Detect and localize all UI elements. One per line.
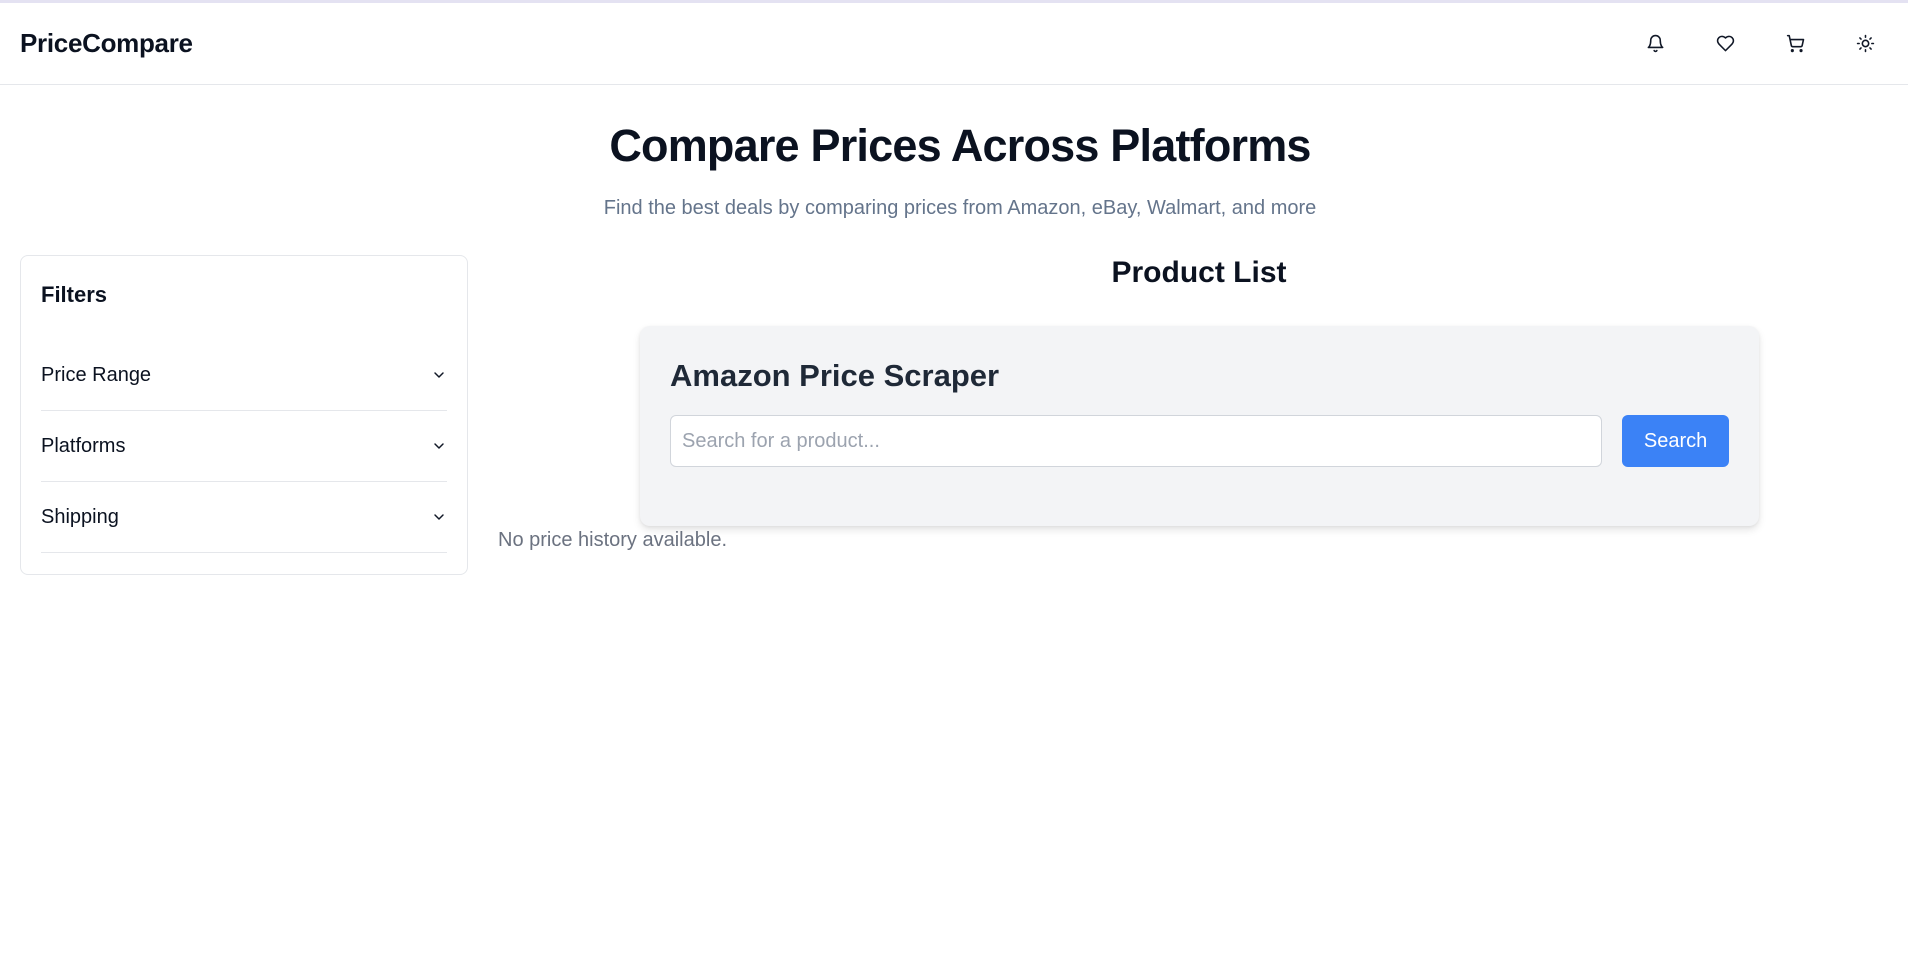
heart-icon bbox=[1716, 35, 1734, 52]
filter-price-range[interactable]: Price Range bbox=[41, 340, 447, 411]
filter-shipping[interactable]: Shipping bbox=[41, 482, 447, 553]
filter-platforms[interactable]: Platforms bbox=[41, 411, 447, 482]
cart-button[interactable] bbox=[1760, 22, 1830, 66]
page-title: Compare Prices Across Platforms bbox=[609, 120, 1311, 171]
chevron-down-icon bbox=[431, 509, 447, 525]
header-actions bbox=[1620, 22, 1900, 66]
search-row: Search bbox=[670, 415, 1729, 467]
top-navbar: PriceCompare bbox=[0, 3, 1908, 85]
page-subtitle: Find the best deals by comparing prices … bbox=[603, 197, 1317, 219]
filter-label: Shipping bbox=[41, 505, 119, 528]
theme-toggle-button[interactable] bbox=[1830, 22, 1900, 66]
filters-panel: Filters Price Range Platforms Shipping bbox=[20, 255, 468, 575]
wishlist-button[interactable] bbox=[1690, 22, 1760, 66]
notifications-button[interactable] bbox=[1620, 22, 1690, 66]
brand-logo[interactable]: PriceCompare bbox=[20, 28, 193, 59]
chevron-down-icon bbox=[431, 438, 447, 454]
filter-accordion: Price Range Platforms Shipping bbox=[41, 340, 447, 553]
amazon-scraper-card: Amazon Price Scraper Search bbox=[640, 326, 1759, 526]
product-search-input[interactable] bbox=[670, 415, 1603, 467]
chevron-down-icon bbox=[431, 367, 447, 383]
price-history-empty-message: No price history available. bbox=[498, 529, 727, 551]
filter-label: Price Range bbox=[41, 363, 152, 386]
scraper-title: Amazon Price Scraper bbox=[670, 358, 1000, 393]
cart-icon bbox=[1786, 34, 1804, 53]
sun-icon bbox=[1856, 34, 1874, 53]
filters-title: Filters bbox=[41, 282, 108, 307]
search-button[interactable]: Search bbox=[1622, 415, 1729, 467]
bell-icon bbox=[1647, 34, 1663, 53]
filter-label: Platforms bbox=[41, 434, 126, 457]
product-list-title: Product List bbox=[1111, 256, 1287, 289]
